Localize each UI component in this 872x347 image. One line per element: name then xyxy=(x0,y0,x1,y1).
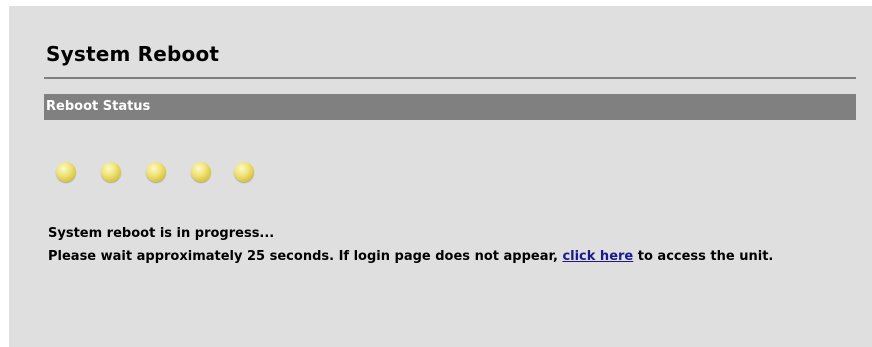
progress-dot-icon xyxy=(191,162,211,182)
section-header-label: Reboot Status xyxy=(46,99,151,114)
wait-text-end: to access the unit. xyxy=(633,249,774,264)
reboot-status-message: System reboot is in progress... xyxy=(48,226,275,241)
page-title: System Reboot xyxy=(46,42,220,66)
progress-dot-icon xyxy=(234,162,254,182)
progress-dot-icon xyxy=(56,162,76,182)
title-divider xyxy=(44,77,856,79)
section-header-bar: Reboot Status xyxy=(44,94,856,120)
click-here-link[interactable]: click here xyxy=(562,249,633,264)
wait-instructions: Please wait approximately 25 seconds. If… xyxy=(48,249,848,265)
content-panel: System Reboot Reboot Status System reboo… xyxy=(9,6,872,347)
progress-dot-icon xyxy=(101,162,121,182)
wait-text-start: Please wait approximately 25 seconds. If… xyxy=(48,249,563,264)
progress-dot-icon xyxy=(146,162,166,182)
